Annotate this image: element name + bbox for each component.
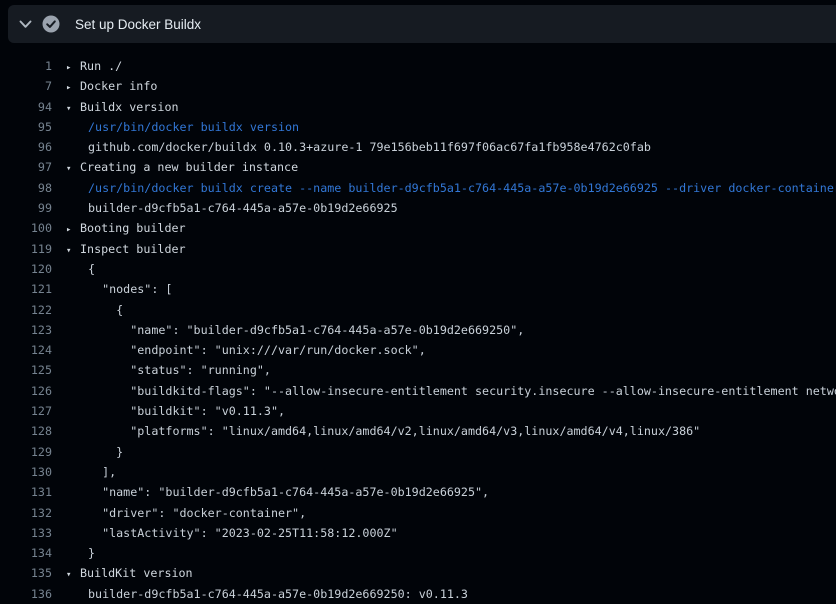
group-title: BuildKit version: [80, 563, 193, 583]
output-text: }: [88, 543, 95, 563]
output-text: "buildkit": "v0.11.3",: [88, 401, 285, 421]
output-text: builder-d9cfb5a1-c764-445a-a57e-0b19d2e6…: [88, 584, 468, 604]
log-line: 136 builder-d9cfb5a1-c764-445a-a57e-0b19d…: [0, 584, 836, 604]
line-number-link[interactable]: 100: [0, 218, 52, 238]
line-number-link[interactable]: 129: [0, 442, 52, 462]
line-number-link[interactable]: 7: [0, 76, 52, 96]
log-line: 131 "name": "builder-d9cfb5a1-c764-445a-…: [0, 482, 836, 502]
line-number-link[interactable]: 127: [0, 401, 52, 421]
log-line: 124 "endpoint": "unix:///var/run/docker.…: [0, 340, 836, 360]
output-text: "nodes": [: [88, 279, 172, 299]
output-text: "endpoint": "unix:///var/run/docker.sock…: [88, 340, 426, 360]
group-title: Creating a new builder instance: [80, 157, 298, 177]
output-text: {: [88, 259, 95, 279]
output-text: "driver": "docker-container",: [88, 503, 306, 523]
line-number-link[interactable]: 128: [0, 421, 52, 441]
log-group-row[interactable]: 1 ▸Run ./: [0, 56, 836, 76]
line-number-link[interactable]: 1: [0, 56, 52, 76]
line-number-link[interactable]: 119: [0, 239, 52, 259]
line-number-link[interactable]: 133: [0, 523, 52, 543]
expand-arrow-icon[interactable]: ▸: [66, 220, 80, 238]
log-group-row[interactable]: 100 ▸Booting builder: [0, 218, 836, 238]
group-title: Docker info: [80, 76, 157, 96]
log-line: 129 }: [0, 442, 836, 462]
output-text: ],: [88, 462, 116, 482]
output-text: {: [88, 300, 123, 320]
line-number-link[interactable]: 134: [0, 543, 52, 563]
line-number-link[interactable]: 125: [0, 360, 52, 380]
line-number-link[interactable]: 130: [0, 462, 52, 482]
output-text: }: [88, 442, 123, 462]
line-number-link[interactable]: 131: [0, 482, 52, 502]
line-number-link[interactable]: 136: [0, 584, 52, 604]
log-line: 133 "lastActivity": "2023-02-25T11:58:12…: [0, 523, 836, 543]
line-number-link[interactable]: 97: [0, 157, 52, 177]
log-line: 130 ],: [0, 462, 836, 482]
log-line: 122 {: [0, 300, 836, 320]
output-text: builder-d9cfb5a1-c764-445a-a57e-0b19d2e6…: [88, 198, 398, 218]
line-number-link[interactable]: 99: [0, 198, 52, 218]
log-line: 134}: [0, 543, 836, 563]
log-line: 96 github.com/docker/buildx 0.10.3+azure-…: [0, 137, 836, 157]
line-number-link[interactable]: 120: [0, 259, 52, 279]
command-text: /usr/bin/docker buildx create --name bui…: [88, 178, 836, 198]
log-line: 123 "name": "builder-d9cfb5a1-c764-445a-…: [0, 320, 836, 340]
check-circle-icon: [42, 15, 60, 33]
log-line: 95/usr/bin/docker buildx version: [0, 117, 836, 137]
log-group-row[interactable]: 119 ▾Inspect builder: [0, 239, 836, 259]
log-line: 125 "status": "running",: [0, 360, 836, 380]
output-text: github.com/docker/buildx 0.10.3+azure-1 …: [88, 137, 651, 157]
group-title: Buildx version: [80, 97, 179, 117]
group-title: Inspect builder: [80, 239, 186, 259]
log-area: 1▸Run ./7▸Docker info94▾Buildx version95…: [0, 56, 836, 604]
log-line: 127 "buildkit": "v0.11.3",: [0, 401, 836, 421]
collapse-arrow-icon[interactable]: ▾: [66, 565, 80, 583]
log-group-row[interactable]: 135 ▾BuildKit version: [0, 563, 836, 583]
output-text: "name": "builder-d9cfb5a1-c764-445a-a57e…: [88, 482, 489, 502]
line-number-link[interactable]: 96: [0, 137, 52, 157]
step-header[interactable]: Set up Docker Buildx: [8, 5, 836, 43]
group-title: Run ./: [80, 56, 122, 76]
command-text: /usr/bin/docker buildx version: [88, 117, 299, 137]
output-text: "platforms": "linux/amd64,linux/amd64/v2…: [88, 421, 700, 441]
line-number-link[interactable]: 135: [0, 563, 52, 583]
line-number-link[interactable]: 122: [0, 300, 52, 320]
line-number-link[interactable]: 98: [0, 178, 52, 198]
output-text: "name": "builder-d9cfb5a1-c764-445a-a57e…: [88, 320, 524, 340]
line-number-link[interactable]: 132: [0, 503, 52, 523]
collapse-arrow-icon[interactable]: ▾: [66, 99, 80, 117]
chevron-down-icon[interactable]: [8, 20, 42, 29]
line-number-link[interactable]: 94: [0, 97, 52, 117]
collapse-arrow-icon[interactable]: ▾: [66, 241, 80, 259]
log-line: 132 "driver": "docker-container",: [0, 503, 836, 523]
collapse-arrow-icon[interactable]: ▾: [66, 159, 80, 177]
line-number-link[interactable]: 123: [0, 320, 52, 340]
output-text: "status": "running",: [88, 360, 271, 380]
line-number-link[interactable]: 121: [0, 279, 52, 299]
log-line: 120 {: [0, 259, 836, 279]
log-line: 99 builder-d9cfb5a1-c764-445a-a57e-0b19d2…: [0, 198, 836, 218]
log-group-row[interactable]: 94 ▾Buildx version: [0, 97, 836, 117]
log-line: 98/usr/bin/docker buildx create --name b…: [0, 178, 836, 198]
log-line: 126 "buildkitd-flags": "--allow-insecure…: [0, 381, 836, 401]
group-title: Booting builder: [80, 218, 186, 238]
expand-arrow-icon[interactable]: ▸: [66, 58, 80, 76]
line-number-link[interactable]: 95: [0, 117, 52, 137]
log-line: 128 "platforms": "linux/amd64,linux/amd6…: [0, 421, 836, 441]
log-group-row[interactable]: 7 ▸Docker info: [0, 76, 836, 96]
log-line: 121 "nodes": [: [0, 279, 836, 299]
log-group-row[interactable]: 97 ▾Creating a new builder instance: [0, 157, 836, 177]
expand-arrow-icon[interactable]: ▸: [66, 78, 80, 96]
step-title: Set up Docker Buildx: [75, 17, 201, 32]
line-number-link[interactable]: 126: [0, 381, 52, 401]
output-text: "buildkitd-flags": "--allow-insecure-ent…: [88, 381, 836, 401]
line-number-link[interactable]: 124: [0, 340, 52, 360]
output-text: "lastActivity": "2023-02-25T11:58:12.000…: [88, 523, 398, 543]
